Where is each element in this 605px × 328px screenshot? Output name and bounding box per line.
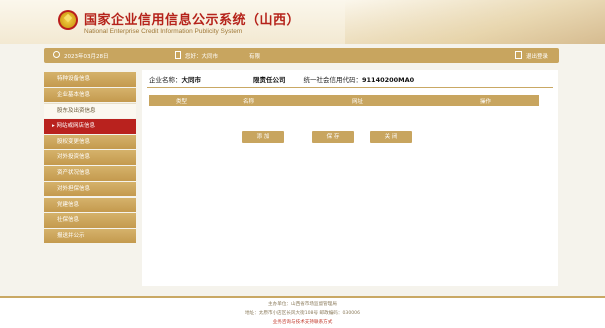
clock-icon [53,51,60,58]
company-info: 企业名称：大同市 限责任公司 统一社会信用代码：91140200MA0 [149,74,414,84]
credit-code-label: 统一社会信用代码： [303,76,363,84]
site-subtitle: National Enterprise Credit Information P… [84,28,243,35]
redacted-area [201,76,253,82]
logout-link[interactable]: 退出登录 [526,52,548,60]
divider [147,87,553,88]
footer-support-link[interactable]: 业务咨询与技术支持联系方式 [0,319,605,325]
current-date: 2023年03月28日 [64,54,109,60]
user-icon [175,51,181,59]
header-decoration [345,0,605,44]
sidebar-item-website[interactable]: ▸ 网站或网店信息 [44,119,136,134]
table-header: 类型 名称 网址 操作 [149,95,539,106]
site-header: 国家企业信用信息公示系统（山西） National Enterprise Cre… [0,0,605,44]
sidebar-item-party[interactable]: 党建信息 [44,197,136,212]
column-action: 操作 [480,99,492,105]
greeting-text: 有限 [249,54,261,60]
main-panel: 企业名称：大同市 限责任公司 统一社会信用代码：91140200MA0 类型 名称 … [142,70,558,286]
sidebar-item-special-equipment[interactable]: 特种设备信息 [44,72,136,87]
site-footer: 主办单位：山西省市场监督管理局 地址：太原市小店区长风大街108号 邮政编码：0… [0,296,605,328]
sidebar-item-submit[interactable]: 报送并公示 [44,228,136,244]
site-title: 国家企业信用信息公示系统（山西） [84,13,301,28]
close-button[interactable]: 关 闭 [370,131,412,143]
company-name-suffix: 限责任公司 [253,76,286,84]
sidebar-item-basic-info[interactable]: 企业基本信息 [44,87,136,103]
company-name-prefix: 大同市 [181,76,202,84]
footer-organizer: 主办单位：山西省市场监督管理局 [268,302,337,307]
company-name-label: 企业名称： [149,76,182,84]
sidebar-item-label: 网站或网店信息 [56,123,96,130]
logout-icon[interactable] [515,51,522,59]
sidebar-menu: 特种设备信息 企业基本信息 股东及出资信息 ▸ 网站或网店信息 股权变更信息 对… [44,72,136,245]
top-info-bar: 2023年03月28日 您好：大同市 有限 退出登录 [44,48,559,63]
column-type: 类型 [176,99,188,105]
credit-code-value: 91140200MA0 [362,76,415,84]
add-button[interactable]: 添 加 [242,131,284,143]
column-url: 网址 [352,99,364,105]
sidebar-item-social-security[interactable]: 社保信息 [44,213,136,228]
footer-address: 地址：太原市小店区长风大街108号 邮政编码：030006 [244,311,361,316]
save-button[interactable]: 保 存 [312,131,354,143]
national-emblem-icon [58,10,78,30]
sidebar-item-assets[interactable]: 资产状况信息 [44,166,136,181]
sidebar-item-investment[interactable]: 对外投资信息 [44,150,136,165]
sidebar-item-equity-change[interactable]: 股权变更信息 [44,134,136,150]
column-name: 名称 [243,99,255,105]
user-label: 您好：大同市 [185,54,219,60]
sidebar-item-guarantee[interactable]: 对外担保信息 [44,181,136,197]
sidebar-item-shareholders[interactable]: 股东及出资信息 [44,103,136,118]
